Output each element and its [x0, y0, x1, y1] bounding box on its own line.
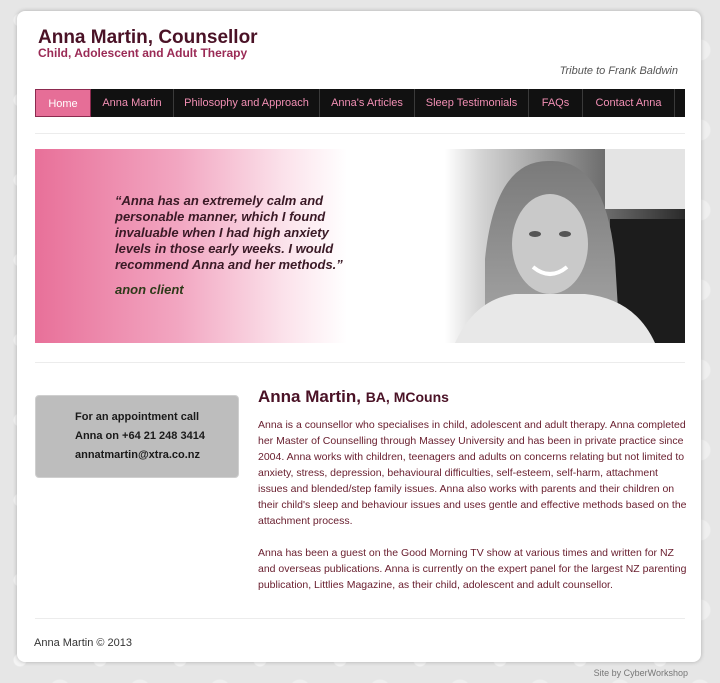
divider — [35, 362, 685, 363]
testimonial-banner: “Anna has an extremely calm and personab… — [35, 149, 685, 343]
heading-qualifications: BA, MCouns — [365, 389, 449, 405]
page-heading: Anna Martin, BA, MCouns — [258, 387, 688, 407]
nav-faqs[interactable]: FAQs — [529, 89, 583, 117]
page-container: Anna Martin, Counsellor Child, Adolescen… — [17, 11, 701, 662]
email-link[interactable]: annatmartin@xtra.co.nz — [75, 449, 200, 461]
main-navigation: Home Anna Martin Philosophy and Approach… — [35, 89, 685, 117]
bio-paragraph: Anna is a counsellor who specialises in … — [258, 419, 687, 527]
site-credit-link[interactable]: Site by CyberWorkshop — [594, 668, 688, 678]
site-subtitle: Child, Adolescent and Adult Therapy — [38, 46, 248, 60]
nav-anna-martin[interactable]: Anna Martin — [91, 89, 174, 117]
testimonial-author: anon client — [115, 282, 184, 297]
bio-paragraph: Anna has been a guest on the Good Mornin… — [258, 547, 687, 591]
nav-philosophy-approach[interactable]: Philosophy and Approach — [174, 89, 320, 117]
nav-home[interactable]: Home — [35, 89, 91, 117]
tribute-link[interactable]: Tribute to Frank Baldwin — [560, 65, 678, 77]
nav-contact-anna[interactable]: Contact Anna — [583, 89, 675, 117]
main-content: Anna Martin, BA, MCouns Anna is a counse… — [258, 387, 688, 609]
copyright-text: Anna Martin © 2013 — [34, 637, 132, 649]
divider — [35, 618, 685, 619]
phone-number[interactable]: Anna on +64 21 248 3414 — [75, 430, 205, 442]
appointment-label: For an appointment call — [75, 411, 200, 423]
nav-sleep-testimonials[interactable]: Sleep Testimonials — [415, 89, 529, 117]
testimonial-quote: “Anna has an extremely calm and personab… — [115, 193, 343, 272]
nav-annas-articles[interactable]: Anna's Articles — [320, 89, 415, 117]
divider — [35, 133, 685, 134]
appointment-box: For an appointment call Anna on +64 21 2… — [35, 395, 239, 478]
anna-portrait-photo — [445, 149, 685, 343]
heading-name: Anna Martin, — [258, 387, 361, 406]
